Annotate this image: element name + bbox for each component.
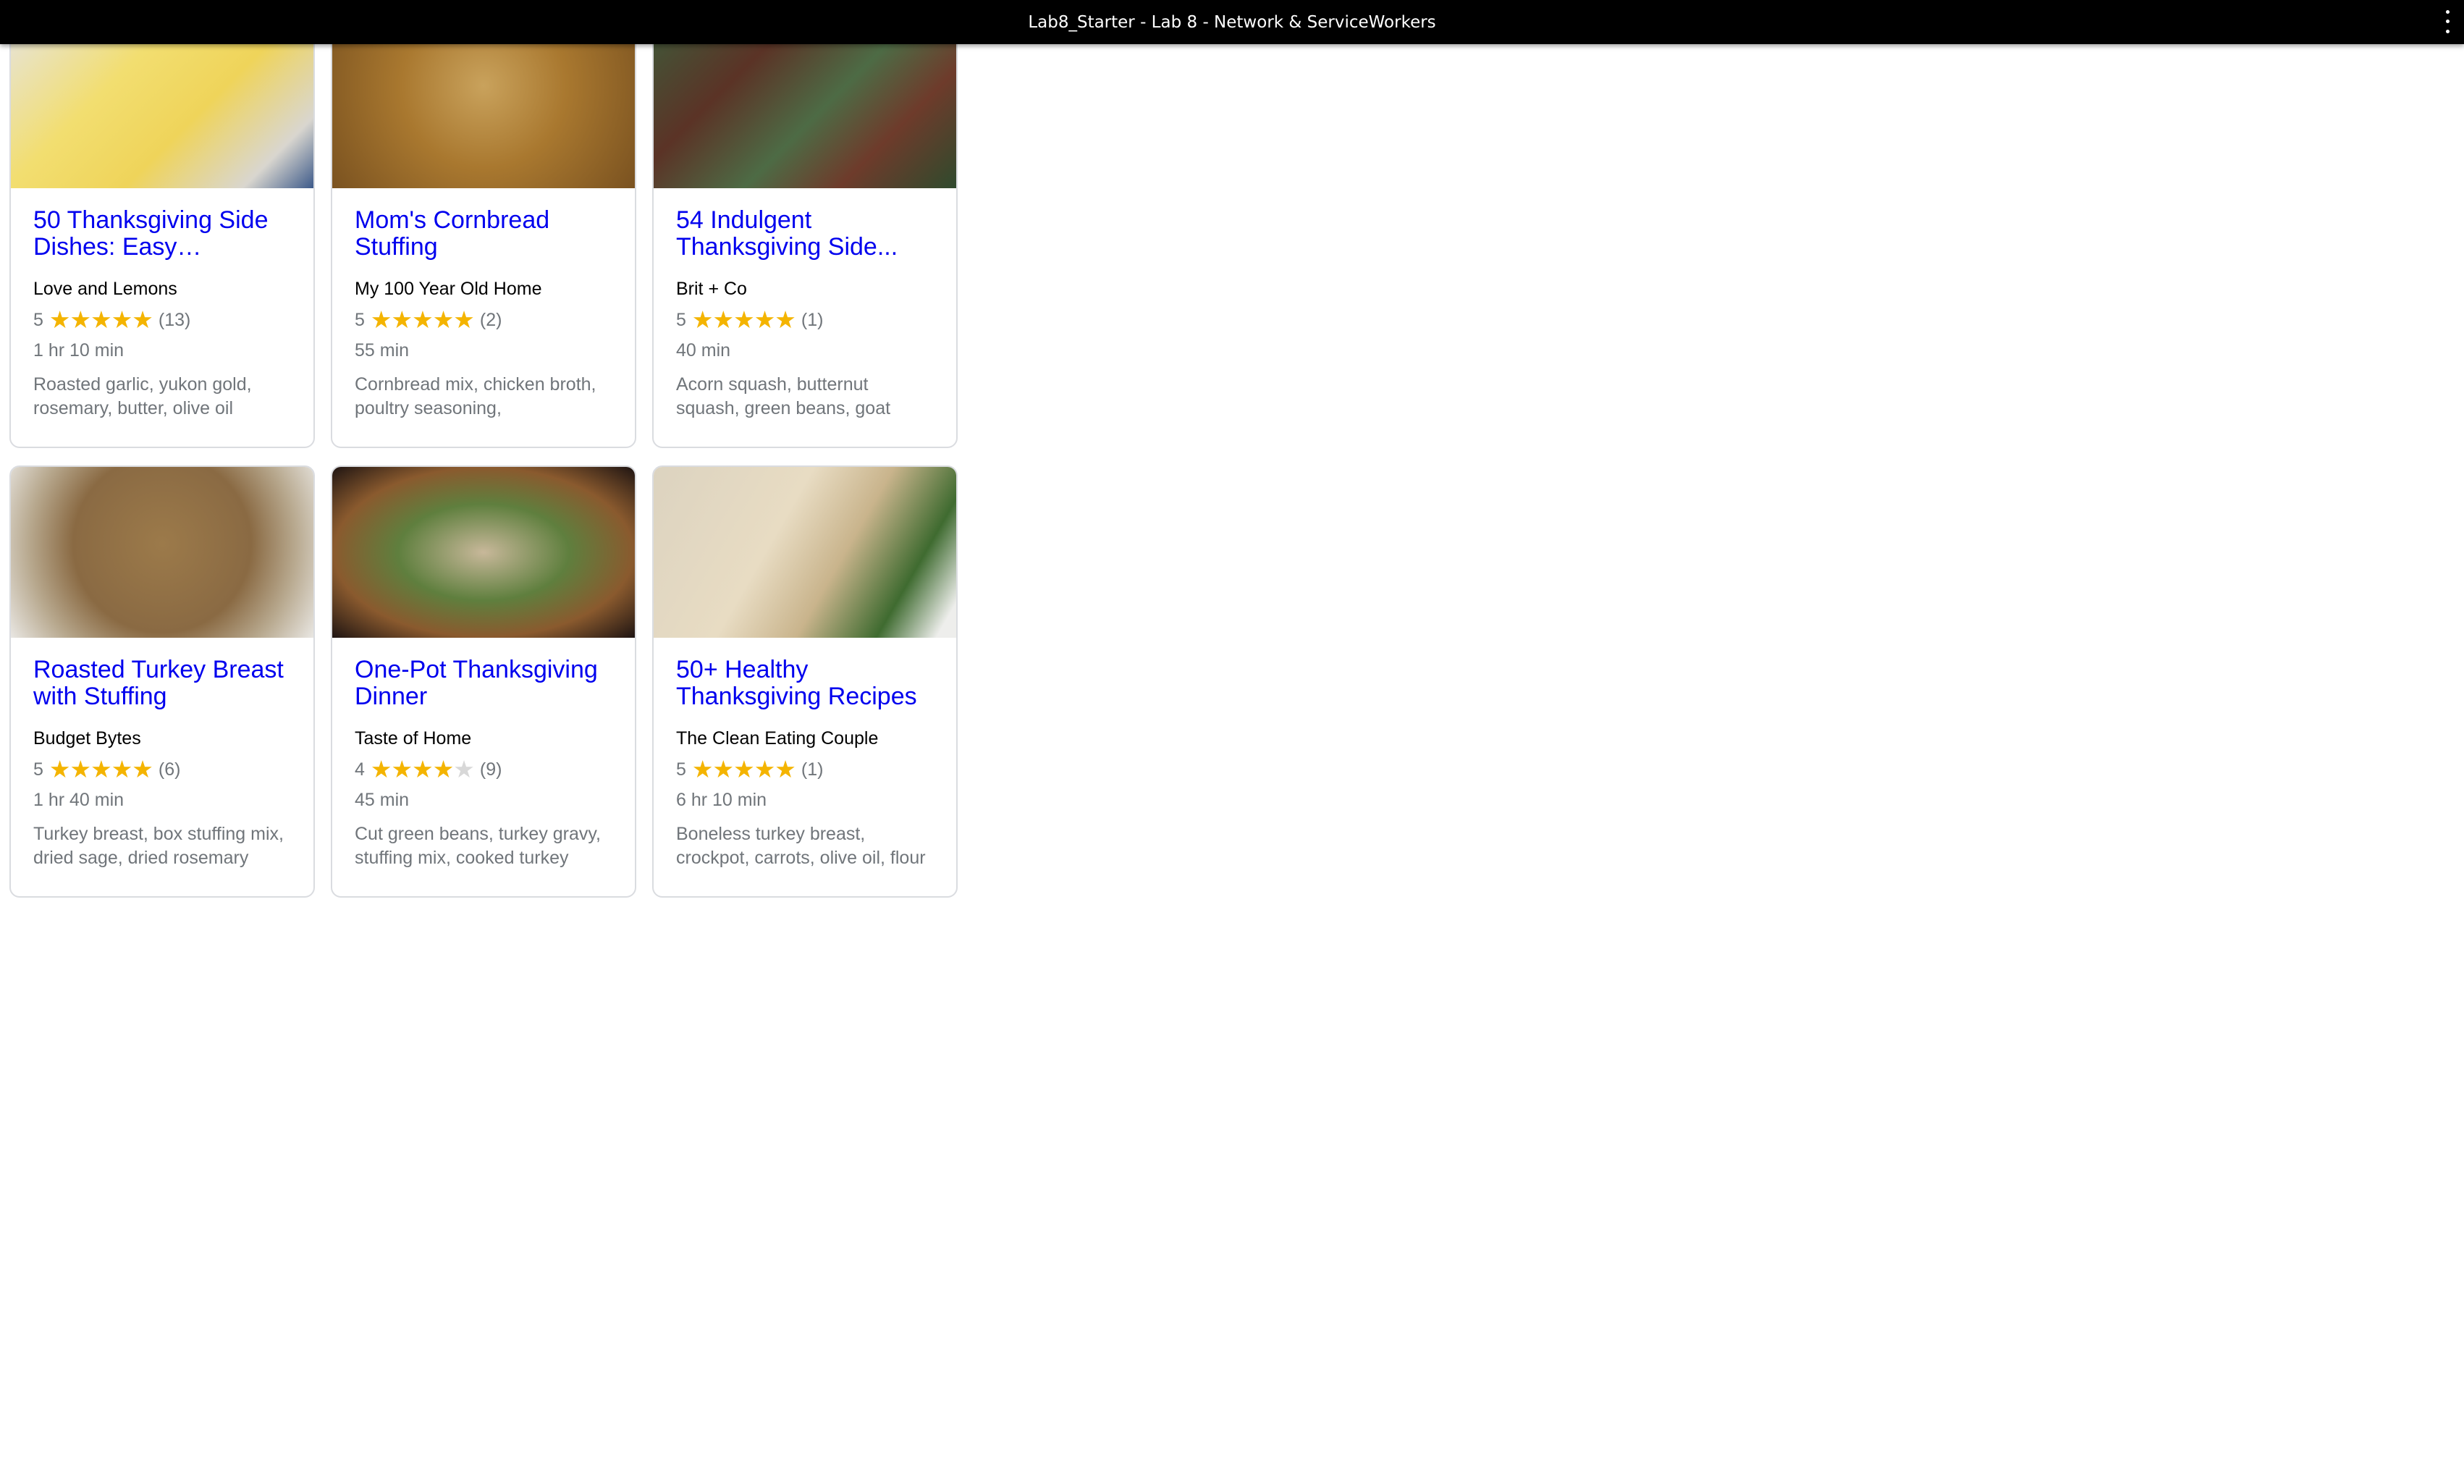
star-filled-icon: ★: [69, 756, 92, 783]
star-filled-icon: ★: [132, 306, 153, 333]
star-filled-icon: ★: [775, 306, 796, 333]
recipe-card[interactable]: One-Pot Thanksgiving Dinner Taste of Hom…: [331, 465, 636, 898]
star-filled-icon: ★: [370, 756, 392, 783]
star-filled-icon: ★: [754, 756, 776, 783]
recipe-grid: 50 Thanksgiving Side Dishes: Easy Mashed…: [9, 16, 958, 898]
star-rating: ★ ★ ★ ★ ★: [49, 308, 153, 332]
star-filled-icon: ★: [432, 306, 455, 333]
recipe-image[interactable]: [11, 467, 313, 638]
recipe-organization: My 100 Year Old Home: [355, 279, 542, 299]
star-rating: ★ ★ ★ ★ ★: [691, 756, 796, 783]
recipe-time: 6 hr 10 min: [676, 790, 767, 810]
rating-value: 5: [33, 759, 43, 780]
window-title-bar: Lab8_Starter - Lab 8 - Network & Service…: [0, 0, 2464, 44]
recipe-title-link[interactable]: 50 Thanksgiving Side Dishes: Easy Mashed…: [33, 207, 292, 261]
rating-value: 4: [355, 759, 365, 780]
recipe-ingredients: Turkey breast, box stuffing mix, dried s…: [33, 824, 284, 868]
recipe-title-link[interactable]: 54 Indulgent Thanksgiving Side...: [676, 207, 934, 261]
star-filled-icon: ★: [48, 306, 71, 333]
star-rating: ★ ★ ★ ★ ★: [692, 308, 796, 332]
star-filled-icon: ★: [453, 306, 475, 333]
star-filled-icon: ★: [412, 306, 434, 333]
recipe-ingredients: Cut green beans, turkey gravy, stuffing …: [355, 824, 601, 868]
star-filled-icon: ★: [412, 756, 434, 783]
star-filled-icon: ★: [733, 756, 755, 783]
recipe-ingredients: Cornbread mix, chicken broth, poultry se…: [355, 374, 596, 418]
star-filled-icon: ★: [712, 756, 735, 783]
recipe-rating: 5 ★ ★ ★ ★ ★ (6): [33, 756, 292, 783]
recipe-ingredients: Roasted garlic, yukon gold, rosemary, bu…: [33, 374, 252, 418]
recipe-time: 45 min: [355, 790, 410, 810]
recipe-ingredients: Boneless turkey breast, crockpot, carrot…: [676, 824, 926, 868]
recipe-card[interactable]: Mom's Cornbread Stuffing My 100 Year Old…: [331, 16, 636, 448]
recipe-time: 1 hr 10 min: [33, 340, 125, 361]
vertical-ellipsis-icon[interactable]: [2444, 7, 2451, 36]
star-filled-icon: ★: [90, 756, 112, 783]
recipe-card[interactable]: 50+ Healthy Thanksgiving Recipes The Cle…: [652, 465, 958, 898]
recipe-organization: Budget Bytes: [33, 728, 141, 749]
recipe-card[interactable]: 50 Thanksgiving Side Dishes: Easy Mashed…: [9, 16, 315, 448]
recipe-organization: Taste of Home: [355, 728, 472, 749]
rating-value: 5: [676, 759, 686, 780]
star-filled-icon: ★: [391, 756, 413, 783]
recipe-time: 40 min: [676, 340, 731, 361]
star-filled-icon: ★: [111, 756, 133, 783]
recipe-organization: Brit + Co: [676, 279, 747, 299]
recipe-title-link[interactable]: One-Pot Thanksgiving Dinner: [355, 657, 613, 710]
star-filled-icon: ★: [691, 306, 714, 333]
star-filled-icon: ★: [90, 306, 112, 333]
recipe-title-link[interactable]: Mom's Cornbread Stuffing: [355, 207, 613, 261]
recipe-rating: 5 ★ ★ ★ ★ ★ (1): [676, 308, 934, 332]
review-count: (1): [801, 310, 824, 330]
recipe-organization: The Clean Eating Couple: [676, 728, 879, 749]
star-rating: ★ ★ ★ ★ ★: [370, 306, 475, 333]
recipe-card[interactable]: 54 Indulgent Thanksgiving Side... Brit +…: [652, 16, 958, 448]
review-count: (6): [158, 759, 181, 780]
recipe-image[interactable]: [332, 467, 635, 638]
star-empty-icon: ★: [453, 756, 475, 783]
star-filled-icon: ★: [775, 756, 796, 783]
recipe-time: 55 min: [355, 340, 410, 361]
star-rating: ★ ★ ★ ★ ★: [370, 756, 475, 783]
rating-value: 5: [33, 310, 43, 330]
recipe-title-link[interactable]: Roasted Turkey Breast with Stuffing: [33, 657, 292, 710]
window-title: Lab8_Starter - Lab 8 - Network & Service…: [1028, 12, 1436, 32]
recipe-ingredients: Acorn squash, butternut squash, green be…: [676, 374, 891, 418]
star-filled-icon: ★: [691, 756, 714, 783]
review-count: (9): [479, 759, 502, 780]
recipe-organization: Love and Lemons: [33, 279, 177, 299]
recipe-image[interactable]: [654, 467, 956, 638]
recipe-time: 1 hr 40 min: [33, 790, 125, 810]
rating-value: 5: [676, 310, 686, 330]
star-filled-icon: ★: [754, 306, 776, 333]
star-filled-icon: ★: [370, 306, 392, 333]
star-filled-icon: ★: [391, 306, 413, 333]
review-count: (1): [801, 759, 824, 780]
star-filled-icon: ★: [69, 306, 92, 333]
review-count: (2): [479, 310, 502, 330]
recipe-title-link[interactable]: 50+ Healthy Thanksgiving Recipes: [676, 657, 934, 710]
star-filled-icon: ★: [111, 306, 133, 333]
rating-value: 5: [355, 310, 365, 330]
recipe-rating: 5 ★ ★ ★ ★ ★ (1): [676, 756, 934, 783]
star-rating: ★ ★ ★ ★ ★: [48, 756, 153, 783]
recipe-rating: 5 ★ ★ ★ ★ ★ (13): [33, 308, 292, 332]
star-filled-icon: ★: [432, 756, 455, 783]
recipe-rating: 4 ★ ★ ★ ★ ★ (9): [355, 756, 613, 783]
recipe-rating: 5 ★ ★ ★ ★ ★ (2): [355, 308, 613, 332]
star-filled-icon: ★: [712, 306, 735, 333]
recipe-card[interactable]: Roasted Turkey Breast with Stuffing Budg…: [9, 465, 315, 898]
star-filled-icon: ★: [48, 756, 71, 783]
star-filled-icon: ★: [733, 306, 755, 333]
review-count: (13): [158, 310, 191, 330]
star-filled-icon: ★: [132, 756, 153, 783]
